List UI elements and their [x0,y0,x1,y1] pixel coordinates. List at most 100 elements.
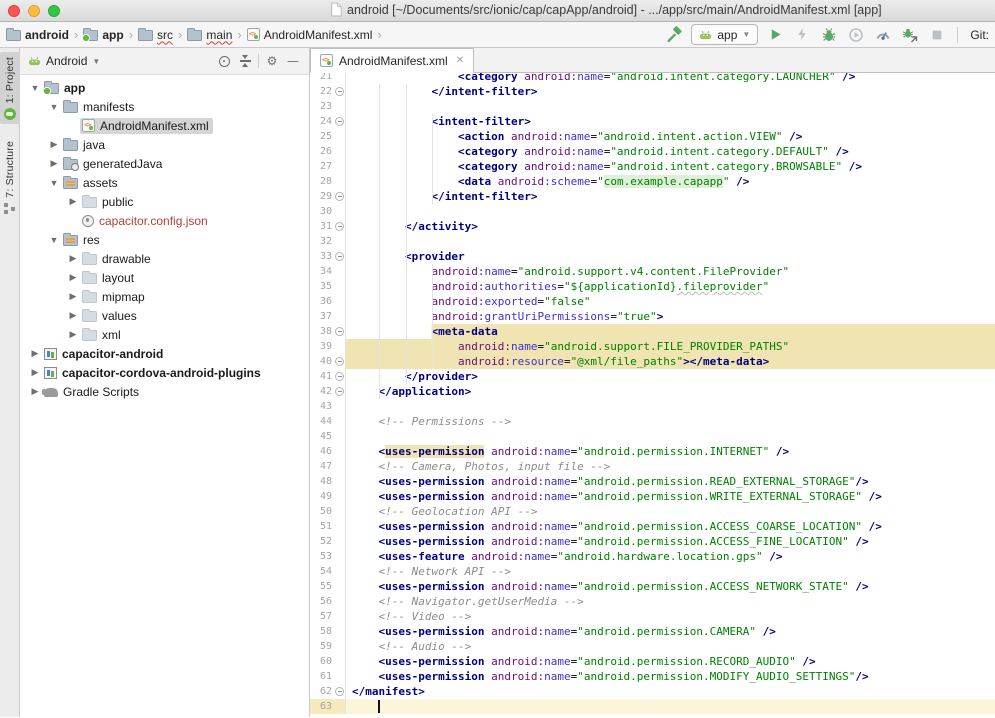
code-line-42[interactable]: 42 </application> [310,384,995,399]
attach-debugger-icon[interactable] [900,25,920,45]
tree-expand-arrow[interactable]: ▼ [28,83,42,93]
code-line-44[interactable]: 44 <!-- Permissions --> [310,414,995,429]
code-line-37[interactable]: 37 android:grantUriPermissions="true"> [310,309,995,324]
tree-item-app[interactable]: ▼app [20,78,309,97]
tree-expand-arrow[interactable]: ▶ [28,348,42,359]
collapse-all-icon[interactable] [237,53,253,69]
stop-button[interactable] [927,25,947,45]
fold-icon[interactable] [335,327,344,336]
tree-item-layout[interactable]: ▶layout [20,268,309,287]
run-button[interactable] [765,25,785,45]
debug-button[interactable] [819,25,839,45]
code-line-56[interactable]: 56 <!-- Navigator.getUserMedia --> [310,594,995,609]
breadcrumb-item-androidmanifest-xml[interactable]: AndroidManifest.xml [247,28,373,42]
tree-item-capacitor-config-json[interactable]: capacitor.config.json [20,211,309,230]
code-line-28[interactable]: 28 <data android:scheme="com.example.cap… [310,174,995,189]
tree-expand-arrow[interactable]: ▶ [28,386,42,397]
tree-item-res[interactable]: ▼res [20,230,309,249]
close-window-button[interactable] [8,5,20,17]
code-line-52[interactable]: 52 <uses-permission android:name="androi… [310,534,995,549]
tree-item-manifests[interactable]: ▼manifests [20,97,309,116]
tree-expand-arrow[interactable]: ▼ [47,235,61,245]
fold-icon[interactable] [335,192,344,201]
tree-item-xml[interactable]: ▶xml [20,325,309,344]
code-line-57[interactable]: 57 <!-- Video --> [310,609,995,624]
fold-icon[interactable] [335,222,344,231]
code-line-24[interactable]: 24 <intent-filter> [310,114,995,129]
tree-item-assets[interactable]: ▼assets [20,173,309,192]
tree-expand-arrow[interactable]: ▼ [47,178,61,188]
run-configuration-select[interactable]: app ▼ [691,24,758,45]
minimize-window-button[interactable] [28,5,40,17]
code-line-60[interactable]: 60 <uses-permission android:name="androi… [310,654,995,669]
code-line-43[interactable]: 43 [310,399,995,414]
code-line-32[interactable]: 32 [310,234,995,249]
hide-panel-icon[interactable]: — [285,53,301,69]
profiler-gauge-icon[interactable] [873,25,893,45]
tree-expand-arrow[interactable]: ▶ [66,253,80,264]
code-line-36[interactable]: 36 android:exported="false" [310,294,995,309]
build-hammer-icon[interactable] [664,25,684,45]
code-line-31[interactable]: 31 </activity> [310,219,995,234]
code-line-30[interactable]: 30 [310,204,995,219]
project-view-select[interactable]: Android [46,54,87,68]
breadcrumb-item-android[interactable]: android [6,28,69,42]
breadcrumb-item-main[interactable]: main [187,28,232,42]
tree-item-public[interactable]: ▶public [20,192,309,211]
code-line-26[interactable]: 26 <category android:name="android.inten… [310,144,995,159]
code-line-55[interactable]: 55 <uses-permission android:name="androi… [310,579,995,594]
code-line-34[interactable]: 34 android:name="android.support.v4.cont… [310,264,995,279]
code-line-62[interactable]: 62</manifest> [310,684,995,699]
code-line-39[interactable]: 39 android:name="android.support.FILE_PR… [310,339,995,354]
fold-icon[interactable] [335,687,344,696]
code-line-40[interactable]: 40 android:resource="@xml/file_paths"></… [310,354,995,369]
tree-item-generatedjava[interactable]: ▶generatedJava [20,154,309,173]
zoom-window-button[interactable] [48,5,60,17]
locate-file-icon[interactable] [216,53,232,69]
fold-icon[interactable] [335,117,344,126]
tree-expand-arrow[interactable]: ▶ [66,329,80,340]
close-tab-icon[interactable]: ✕ [454,55,464,66]
tree-expand-arrow[interactable]: ▼ [47,102,61,112]
code-line-25[interactable]: 25 <action android:name="android.intent.… [310,129,995,144]
code-line-63[interactable]: 63 [310,699,995,714]
tree-expand-arrow[interactable]: ▶ [66,196,80,207]
code-line-33[interactable]: 33 <provider [310,249,995,264]
code-line-22[interactable]: 22 </intent-filter> [310,84,995,99]
code-line-45[interactable]: 45 [310,429,995,444]
tree-item-gradle-scripts[interactable]: ▶Gradle Scripts [20,382,309,401]
fold-icon[interactable] [335,372,344,381]
apply-changes-icon[interactable] [792,25,812,45]
fold-icon[interactable] [335,357,344,366]
tree-item-java[interactable]: ▶java [20,135,309,154]
tree-item-values[interactable]: ▶values [20,306,309,325]
code-line-38[interactable]: 38 <meta-data [310,324,995,339]
editor-tab-androidmanifest[interactable]: AndroidManifest.xml ✕ [310,48,474,73]
fold-icon[interactable] [335,252,344,261]
code-line-59[interactable]: 59 <!-- Audio --> [310,639,995,654]
code-line-49[interactable]: 49 <uses-permission android:name="androi… [310,489,995,504]
code-line-29[interactable]: 29 </intent-filter> [310,189,995,204]
tree-expand-arrow[interactable]: ▶ [66,291,80,302]
tree-expand-arrow[interactable]: ▶ [28,367,42,378]
code-line-23[interactable]: 23 [310,99,995,114]
code-editor-area[interactable]: 21 <category android:name="android.inten… [310,73,995,717]
tree-item-mipmap[interactable]: ▶mipmap [20,287,309,306]
tree-expand-arrow[interactable]: ▶ [47,158,61,169]
code-line-27[interactable]: 27 <category android:name="android.inten… [310,159,995,174]
profile-button[interactable] [846,25,866,45]
tree-expand-arrow[interactable]: ▶ [66,310,80,321]
sidebar-tab-structure[interactable]: 7: Structure [0,136,20,218]
tree-item-capacitor-android[interactable]: ▶capacitor-android [20,344,309,363]
sidebar-tab-project[interactable]: 1: Project [0,52,20,124]
code-line-53[interactable]: 53 <uses-feature android:name="android.h… [310,549,995,564]
code-line-58[interactable]: 58 <uses-permission android:name="androi… [310,624,995,639]
tree-item-capacitor-cordova-android-plugins[interactable]: ▶capacitor-cordova-android-plugins [20,363,309,382]
code-line-48[interactable]: 48 <uses-permission android:name="androi… [310,474,995,489]
tree-item-drawable[interactable]: ▶drawable [20,249,309,268]
fold-icon[interactable] [335,387,344,396]
breadcrumb-item-src[interactable]: src [138,28,173,42]
settings-gear-icon[interactable]: ⚙ [264,53,280,69]
tree-item-androidmanifest-xml[interactable]: AndroidManifest.xml [20,116,309,135]
tree-expand-arrow[interactable]: ▶ [47,139,61,150]
